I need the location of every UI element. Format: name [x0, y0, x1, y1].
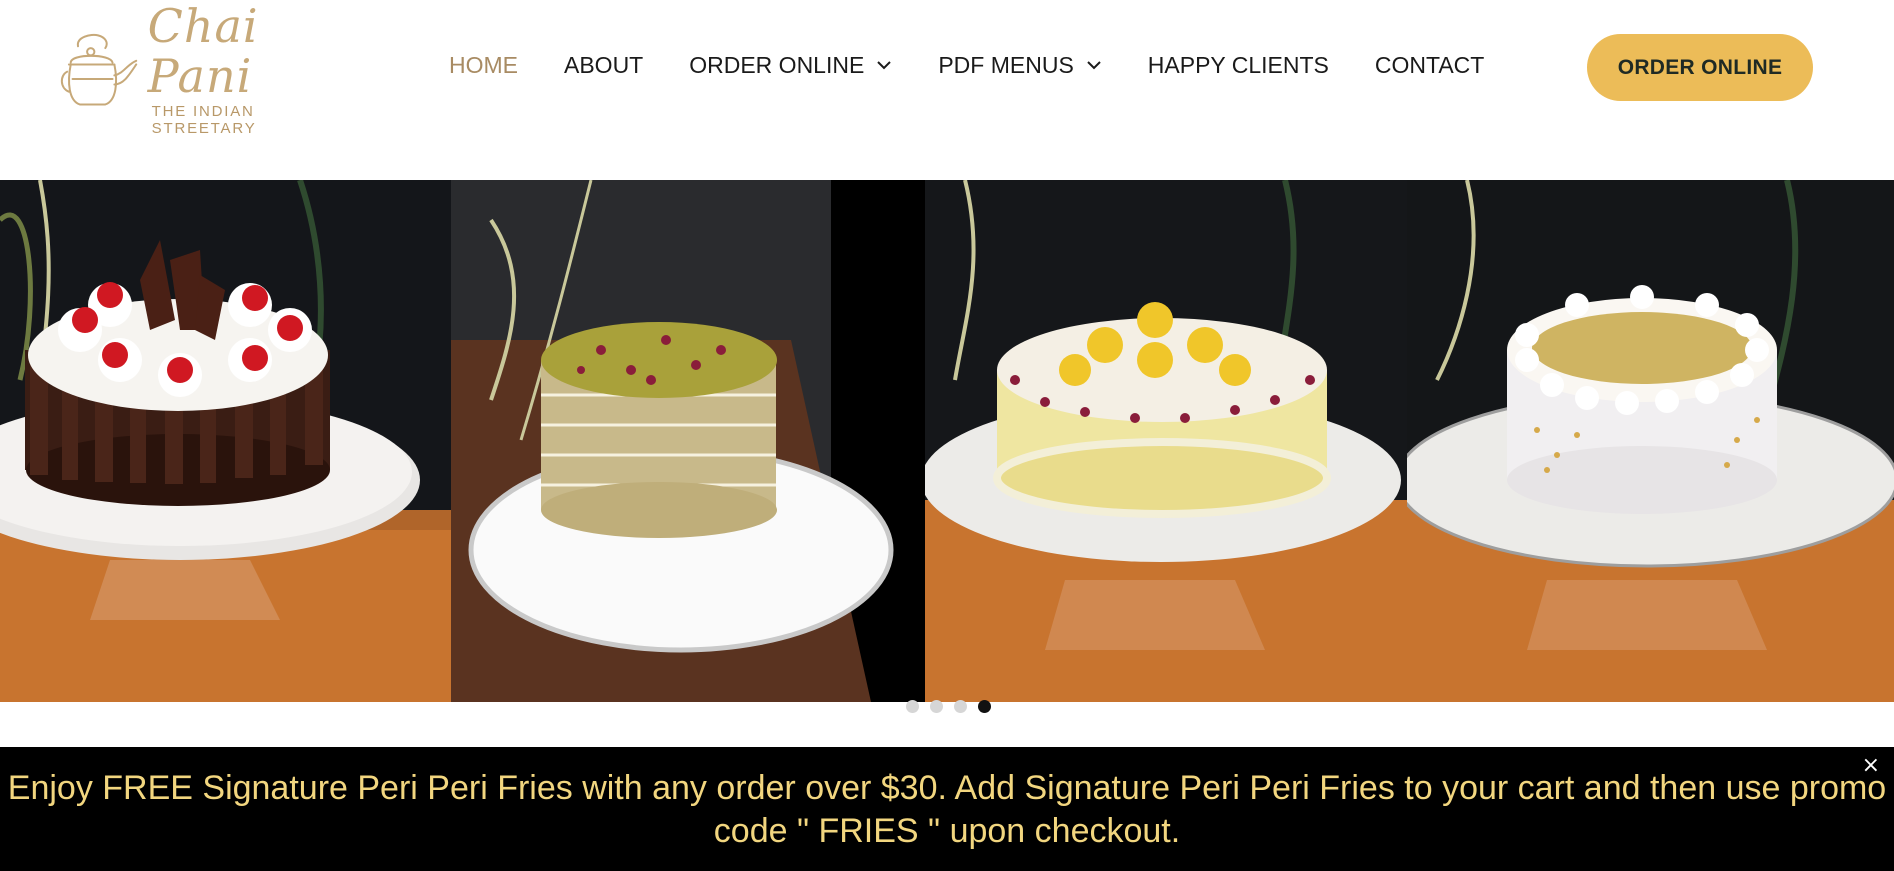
- gallery-slide-yellow-cake[interactable]: [925, 180, 1407, 702]
- nav-item-label: HOME: [449, 51, 518, 78]
- nav-item-home[interactable]: HOME: [449, 52, 518, 79]
- nav-item-label: ORDER ONLINE: [689, 51, 865, 78]
- gallery-slide-pistachio-cake[interactable]: [451, 180, 925, 702]
- nav-item-label: PDF MENUS: [938, 51, 1074, 78]
- gallery-dot-4[interactable]: [978, 700, 991, 713]
- nav-item-pdf-menus[interactable]: PDF MENUS: [938, 52, 1101, 79]
- gallery-dot-1[interactable]: [906, 700, 919, 713]
- promo-text: Enjoy FREE Signature Peri Peri Fries wit…: [7, 769, 1887, 850]
- pistachio-cake-image: [451, 180, 925, 702]
- order-online-button[interactable]: ORDER ONLINE: [1587, 34, 1813, 101]
- cake-gallery[interactable]: [0, 180, 1894, 702]
- nav-item-label: ABOUT: [564, 51, 644, 78]
- nav-item-happy-clients[interactable]: HAPPY CLIENTS: [1148, 52, 1329, 79]
- nav-item-label: HAPPY CLIENTS: [1147, 51, 1329, 78]
- gallery-pagination: [906, 700, 1002, 713]
- chevron-down-icon: [1087, 61, 1101, 70]
- kettle-logo-icon: [60, 33, 138, 106]
- site-header: Chai Pani THE INDIAN STREETARY HOME ABOU…: [0, 0, 1894, 180]
- gallery-dot-2[interactable]: [930, 700, 943, 713]
- chevron-down-icon: [877, 61, 892, 70]
- gallery-dot-3[interactable]: [954, 700, 967, 713]
- gallery-slide-black-forest-cake[interactable]: [0, 180, 451, 702]
- logo[interactable]: Chai Pani THE INDIAN STREETARY: [58, 1, 358, 137]
- promo-banner: Enjoy FREE Signature Peri Peri Fries wit…: [0, 747, 1894, 871]
- gallery-slide-white-cake[interactable]: [1407, 180, 1894, 702]
- brand-name: Chai Pani: [147, 0, 259, 103]
- black-forest-cake-image: [0, 180, 451, 702]
- brand-tagline: THE INDIAN STREETARY: [151, 103, 257, 137]
- nav-item-order-online[interactable]: ORDER ONLINE: [689, 52, 892, 79]
- main-nav: HOME ABOUT ORDER ONLINE PDF MENUS HAPPY …: [449, 48, 1484, 82]
- nav-item-about[interactable]: ABOUT: [564, 52, 643, 79]
- yellow-cake-image: [925, 180, 1407, 702]
- close-icon[interactable]: ×: [1862, 753, 1880, 778]
- nav-item-contact[interactable]: CONTACT: [1375, 52, 1484, 79]
- nav-item-label: CONTACT: [1374, 51, 1485, 78]
- logo-wordmark: Chai Pani THE INDIAN STREETARY: [148, 1, 358, 137]
- white-cake-image: [1407, 180, 1894, 702]
